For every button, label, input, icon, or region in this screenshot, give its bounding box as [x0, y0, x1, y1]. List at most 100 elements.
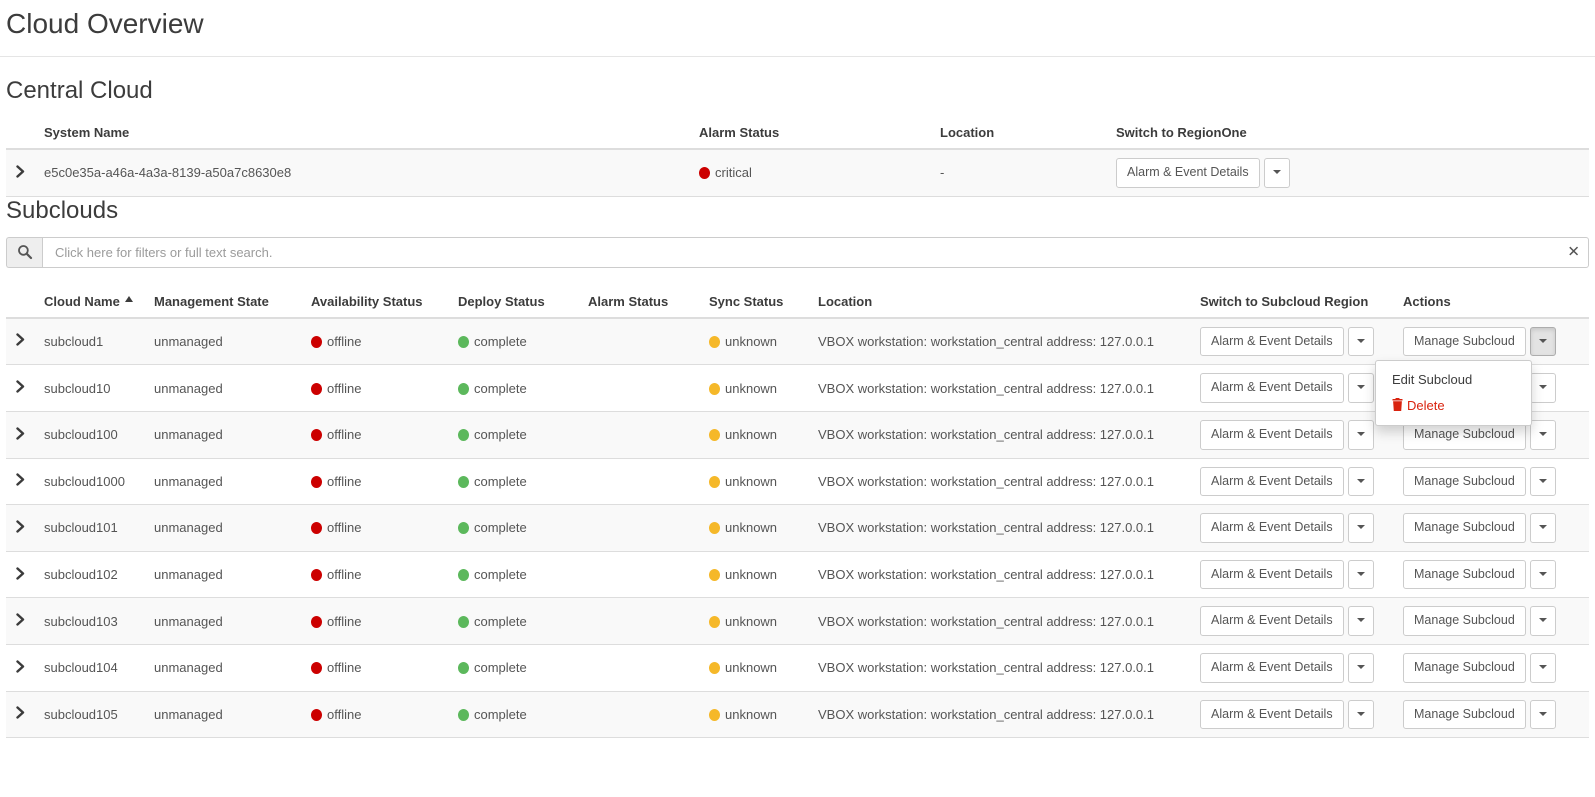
chevron-right-icon[interactable] [14, 518, 27, 535]
col-cloud-name-label: Cloud Name [44, 294, 120, 309]
manage-subcloud-caret-button[interactable] [1530, 653, 1556, 683]
sync-status-cell: unknown [701, 411, 810, 458]
manage-subcloud-button[interactable]: Manage Subcloud [1403, 700, 1526, 730]
col-deploy-status[interactable]: Deploy Status [450, 286, 580, 318]
alarm-details-caret-button[interactable] [1348, 560, 1374, 590]
alarm-details-caret-button[interactable] [1348, 513, 1374, 543]
alarm-event-details-button[interactable]: Alarm & Event Details [1200, 700, 1344, 730]
sync-status-cell: unknown [701, 645, 810, 692]
col-management-state[interactable]: Management State [146, 286, 303, 318]
alarm-details-caret-button[interactable] [1264, 158, 1290, 188]
manage-subcloud-button[interactable]: Manage Subcloud [1403, 560, 1526, 590]
manage-subcloud-caret-button[interactable] [1530, 606, 1556, 636]
availability-status-cell: offline [303, 318, 450, 365]
subclouds-heading: Subclouds [6, 197, 1589, 225]
cloud-name-cell: subcloud102 [36, 551, 146, 598]
switch-region-cell: Alarm & Event Details [1192, 458, 1395, 505]
alarm-event-details-button[interactable]: Alarm & Event Details [1200, 373, 1344, 403]
alarm-status-cell [580, 365, 701, 412]
caret-down-icon [1539, 572, 1547, 576]
sync-status: unknown [725, 567, 777, 582]
manage-subcloud-caret-button[interactable] [1530, 373, 1556, 403]
alarm-event-details-button[interactable]: Alarm & Event Details [1200, 653, 1344, 683]
alarm-details-caret-button[interactable] [1348, 467, 1374, 497]
deploy-status: complete [474, 707, 527, 722]
chevron-right-icon[interactable] [14, 611, 27, 628]
alarm-event-details-button[interactable]: Alarm & Event Details [1116, 158, 1260, 188]
alarm-event-details-button[interactable]: Alarm & Event Details [1200, 560, 1344, 590]
chevron-right-icon[interactable] [14, 704, 27, 721]
expander-header [6, 117, 36, 149]
actions-cell: Manage Subcloud [1395, 551, 1589, 598]
clear-search-icon[interactable]: ✕ [1567, 245, 1580, 260]
chevron-right-icon[interactable] [14, 331, 27, 348]
alarm-event-details-button[interactable]: Alarm & Event Details [1200, 606, 1344, 636]
sync-status: unknown [725, 474, 777, 489]
manage-subcloud-button[interactable]: Manage Subcloud [1403, 467, 1526, 497]
alarm-details-caret-button[interactable] [1348, 373, 1374, 403]
location: VBOX workstation: workstation_central ad… [818, 474, 1154, 489]
availability-status: offline [327, 567, 361, 582]
manage-subcloud-caret-button[interactable] [1530, 327, 1556, 357]
central-cloud-table: System Name Alarm Status Location Switch… [6, 117, 1589, 197]
col-alarm-status: Alarm Status [691, 117, 932, 149]
deploy-status: complete [474, 520, 527, 535]
deploy-status-cell: complete [450, 645, 580, 692]
manage-subcloud-caret-button[interactable] [1530, 420, 1556, 450]
availability-status: offline [327, 614, 361, 629]
location: VBOX workstation: workstation_central ad… [818, 381, 1154, 396]
manage-subcloud-button[interactable]: Manage Subcloud [1403, 513, 1526, 543]
actions-cell: Manage Subcloud [1395, 645, 1589, 692]
cloud-name-cell: subcloud101 [36, 505, 146, 552]
menu-item-delete[interactable]: Delete [1376, 393, 1531, 419]
manage-subcloud-caret-button[interactable] [1530, 700, 1556, 730]
alarm-details-caret-button[interactable] [1348, 420, 1374, 450]
caret-down-icon [1357, 525, 1365, 529]
availability-status-cell: offline [303, 505, 450, 552]
col-switch-regionone: Switch to RegionOne [1108, 117, 1589, 149]
alarm-event-details-button[interactable]: Alarm & Event Details [1200, 513, 1344, 543]
alarm-status-cell [580, 691, 701, 738]
manage-subcloud-button[interactable]: Manage Subcloud [1403, 327, 1526, 357]
manage-subcloud-caret-button[interactable] [1530, 467, 1556, 497]
chevron-right-icon[interactable] [14, 163, 27, 180]
chevron-right-icon[interactable] [14, 565, 27, 582]
chevron-right-icon[interactable] [14, 425, 27, 442]
alarm-status-cell [580, 318, 701, 365]
chevron-right-icon[interactable] [14, 471, 27, 488]
manage-subcloud-button[interactable]: Manage Subcloud [1403, 653, 1526, 683]
chevron-right-icon[interactable] [14, 658, 27, 675]
management-state: unmanaged [154, 520, 223, 535]
alarm-event-details-button[interactable]: Alarm & Event Details [1200, 327, 1344, 357]
menu-item-edit-subcloud[interactable]: Edit Subcloud [1376, 367, 1531, 393]
alarm-details-caret-button[interactable] [1348, 327, 1374, 357]
location: VBOX workstation: workstation_central ad… [818, 707, 1154, 722]
location-cell: - [932, 149, 1108, 196]
col-location[interactable]: Location [810, 286, 1192, 318]
status-dot [311, 522, 322, 534]
chevron-right-icon[interactable] [14, 378, 27, 395]
alarm-event-details-button[interactable]: Alarm & Event Details [1200, 420, 1344, 450]
location-cell: VBOX workstation: workstation_central ad… [810, 551, 1192, 598]
col-cloud-name[interactable]: Cloud Name [36, 286, 146, 318]
location-cell: VBOX workstation: workstation_central ad… [810, 458, 1192, 505]
status-dot [709, 429, 720, 441]
deploy-status: complete [474, 474, 527, 489]
manage-subcloud-caret-button[interactable] [1530, 560, 1556, 590]
col-sync-status[interactable]: Sync Status [701, 286, 810, 318]
alarm-details-caret-button[interactable] [1348, 606, 1374, 636]
col-availability-status[interactable]: Availability Status [303, 286, 450, 318]
manage-subcloud-button[interactable]: Manage Subcloud [1403, 606, 1526, 636]
trash-icon [1392, 398, 1407, 413]
alarm-details-caret-button[interactable] [1348, 653, 1374, 683]
cloud-name: subcloud102 [44, 567, 118, 582]
status-dot [458, 616, 469, 628]
search-input[interactable] [42, 237, 1589, 268]
manage-subcloud-caret-button[interactable] [1530, 513, 1556, 543]
table-row: subcloud104 unmanaged offline complete u… [6, 645, 1589, 692]
status-dot [709, 336, 720, 348]
deploy-status-cell: complete [450, 691, 580, 738]
alarm-details-caret-button[interactable] [1348, 700, 1374, 730]
alarm-event-details-button[interactable]: Alarm & Event Details [1200, 467, 1344, 497]
col-alarm-status[interactable]: Alarm Status [580, 286, 701, 318]
